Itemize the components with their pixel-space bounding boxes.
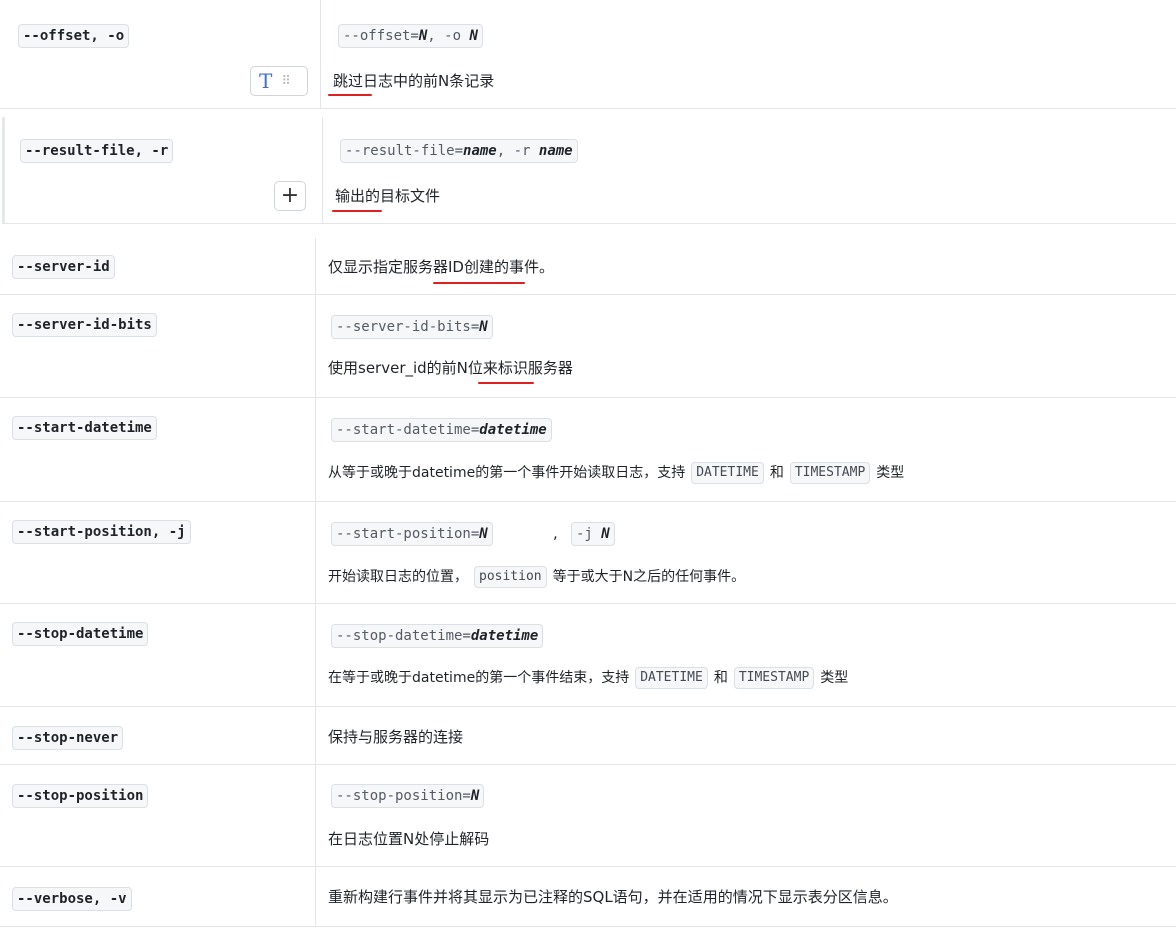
inline-code: DATETIME (635, 667, 708, 689)
option-description: 开始读取日志的位置， position 等于或大于N之后的任何事件。 (328, 566, 745, 588)
table-row: --stop-never 保持与服务器的连接 (0, 707, 1176, 765)
inline-code: position (474, 566, 547, 588)
table-row: --verbose, -v 重新构建行事件并将其显示为已注释的SQL语句，并在适… (0, 867, 1176, 927)
table-row: --server-id-bits --server-id-bits=N 使用se… (0, 295, 1176, 398)
option-name: --offset, -o (18, 24, 130, 48)
option-format: -j N (571, 522, 615, 546)
block-handle-bar (2, 117, 5, 223)
inline-code: TIMESTAMP (733, 667, 815, 689)
column-divider (315, 765, 316, 866)
annotation-underline (332, 210, 382, 212)
option-format: --stop-datetime=datetime (331, 624, 544, 648)
drag-handle-icon[interactable]: ⠿ (281, 74, 291, 89)
option-name: --stop-never (12, 726, 124, 750)
table-row: --start-datetime --start-datetime=dateti… (0, 398, 1176, 502)
option-format: --start-position=N (331, 522, 493, 546)
annotation-underline (328, 94, 372, 96)
option-description: 仅显示指定服务器ID创建的事件。 (328, 258, 554, 276)
option-description: 跳过日志中的前N条记录 (333, 72, 495, 90)
table-row: --start-position, -j --start-position=N … (0, 502, 1176, 604)
column-divider (315, 867, 316, 926)
option-format: --offset=N, -o N (338, 24, 483, 48)
plus-icon: + (280, 183, 300, 208)
table-row: --server-id 仅显示指定服务器ID创建的事件。 (0, 238, 1176, 295)
option-description: 在等于或晚于datetime的第一个事件结束，支持 DATETIME 和 TIMEST… (328, 667, 848, 689)
option-format: --result-file=name, -r name (340, 139, 578, 163)
table-row: --stop-position --stop-position=N 在日志位置N… (0, 765, 1176, 867)
text-format-button[interactable]: T ⠿ (250, 66, 308, 96)
column-divider (315, 604, 316, 706)
option-name: --start-datetime (12, 416, 157, 440)
add-button[interactable]: + (274, 181, 306, 211)
column-divider (315, 502, 316, 603)
option-description: 使用server_id的前N位来标识服务器 (328, 359, 573, 377)
option-name: --server-id (12, 255, 115, 279)
option-description: 保持与服务器的连接 (328, 728, 464, 746)
annotation-underline (478, 382, 534, 384)
option-format: --server-id-bits=N (331, 315, 493, 339)
format-separator: , (553, 524, 558, 542)
column-divider (322, 117, 323, 223)
option-format: --stop-position=N (331, 784, 485, 808)
option-name: --verbose, -v (12, 887, 132, 911)
option-name: --stop-position (12, 784, 149, 808)
column-divider (315, 398, 316, 501)
text-format-icon: T (259, 69, 273, 93)
table-row: --result-file, -r --result-file=name, -r… (2, 117, 1176, 224)
inline-code: DATETIME (691, 462, 764, 484)
option-description: 重新构建行事件并将其显示为已注释的SQL语句，并在适用的情况下显示表分区信息。 (328, 888, 898, 906)
option-name: --result-file, -r (20, 139, 174, 163)
inline-code: TIMESTAMP (789, 462, 871, 484)
column-divider (315, 238, 316, 294)
annotation-underline (433, 282, 525, 284)
option-description: 输出的目标文件 (335, 187, 441, 205)
table-row: --stop-datetime --stop-datetime=datetime… (0, 604, 1176, 707)
option-description: 在日志位置N处停止解码 (328, 830, 490, 848)
option-format: --start-datetime=datetime (331, 418, 552, 442)
option-name: --server-id-bits (12, 313, 157, 337)
table-row: --offset, -o --offset=N, -o N T ⠿ 跳过日志中的… (0, 0, 1176, 109)
column-divider (315, 707, 316, 764)
option-name: --start-position, -j (12, 520, 191, 544)
option-description: 从等于或晚于datetime的第一个事件开始读取日志，支持 DATETIME 和 TI… (328, 462, 904, 484)
option-name: --stop-datetime (12, 622, 149, 646)
column-divider (315, 295, 316, 397)
column-divider (320, 0, 321, 108)
